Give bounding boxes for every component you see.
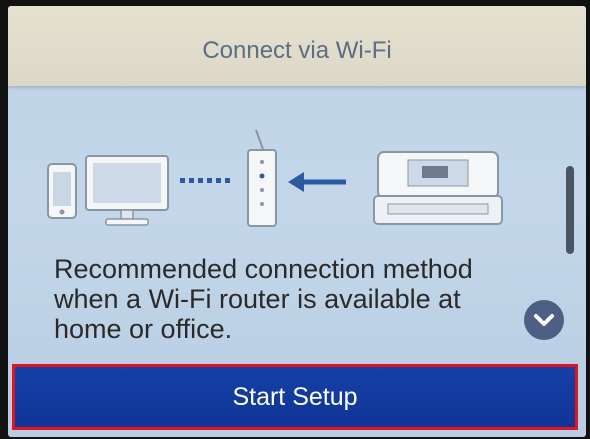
computer-icon [85, 155, 169, 226]
connection-illustration [47, 129, 503, 227]
scroll-down-button[interactable] [524, 300, 564, 340]
title-bar: Connect via Wi-Fi [8, 6, 586, 86]
description-text: Recommended connection method when a Wi-… [54, 254, 473, 344]
start-setup-button[interactable]: Start Setup [12, 364, 578, 430]
start-setup-label: Start Setup [232, 382, 358, 411]
scrollbar[interactable] [566, 166, 574, 254]
arrow-left-icon [288, 172, 346, 192]
page-title: Connect via Wi-Fi [202, 37, 392, 64]
wireless-link-dots [180, 178, 230, 183]
smartphone-icon [47, 163, 77, 219]
router-icon [247, 129, 277, 227]
printer-screen: Connect via Wi-Fi Recommended connection… [8, 6, 586, 437]
chevron-down-icon [534, 314, 554, 326]
printer-icon [373, 151, 503, 225]
